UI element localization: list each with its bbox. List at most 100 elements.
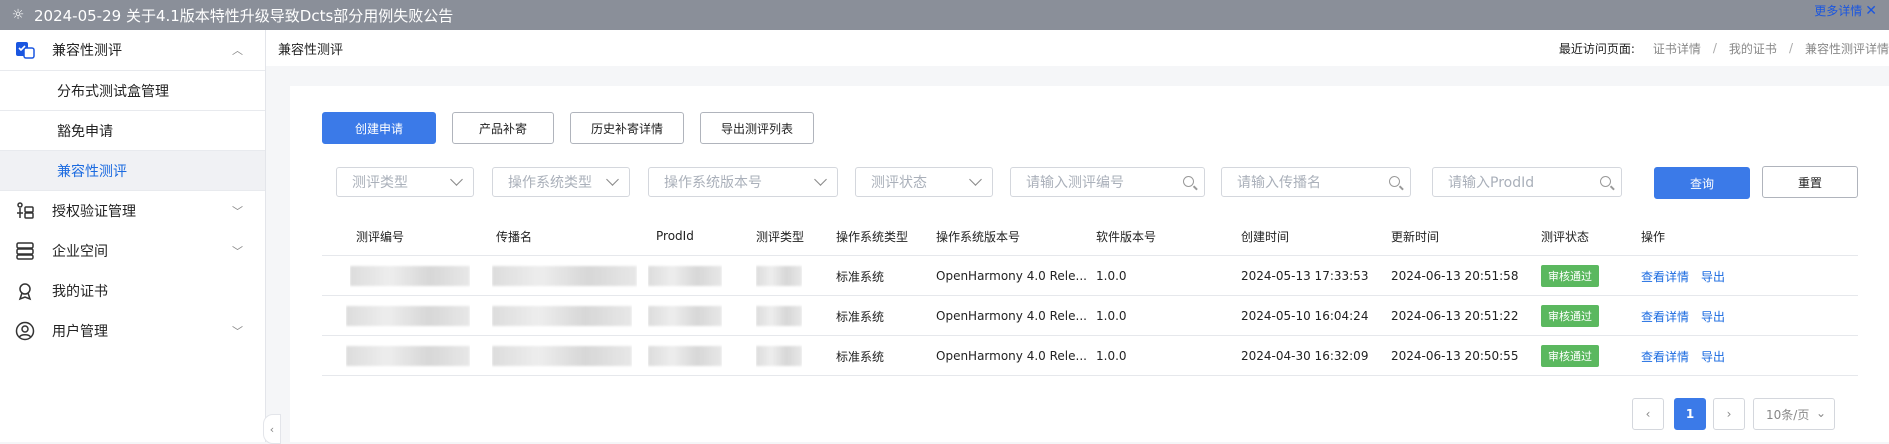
redacted-prodid: [648, 346, 722, 366]
test-type-select[interactable]: 测评类型: [336, 167, 474, 197]
reset-button[interactable]: 重置: [1762, 166, 1858, 198]
status-badge: 审核通过: [1541, 265, 1599, 287]
enterprise-icon: [14, 240, 36, 262]
sidebar-item-label: 授权验证管理: [52, 204, 136, 220]
chevron-down-icon: ⌄: [1815, 406, 1826, 420]
chevron-down-icon: [450, 173, 463, 186]
os-type-select[interactable]: 操作系统类型: [492, 167, 630, 197]
created-time-cell: 2024-04-30 16:32:09: [1241, 349, 1369, 363]
updated-time-cell: 2024-06-13 20:51:58: [1391, 269, 1519, 283]
prodid-input[interactable]: 请输入ProdId: [1432, 167, 1622, 197]
more-details-label[interactable]: 更多详情: [1814, 2, 1862, 19]
column-header: 创建时间: [1241, 229, 1290, 244]
column-header: 更新时间: [1391, 229, 1440, 244]
sun-icon: ☼: [11, 7, 25, 23]
sidebar-item-auth[interactable]: 授权验证管理 ﹀: [0, 191, 265, 231]
more-details-link[interactable]: 更多详情 ✕: [1814, 2, 1877, 19]
os-version-cell: OpenHarmony 4.0 Rele...: [936, 349, 1086, 363]
os-version-cell: OpenHarmony 4.0 Rele...: [936, 309, 1086, 323]
os-version-select[interactable]: 操作系统版本号: [648, 167, 838, 197]
next-page-button[interactable]: ›: [1713, 398, 1745, 430]
sidebar-subitem-compatibility[interactable]: 兼容性测评: [0, 150, 265, 190]
sidebar-subitem-distributed-test-box[interactable]: 分布式测试盒管理: [0, 70, 265, 110]
redacted-test-number: [350, 266, 470, 286]
select-placeholder: 测评状态: [871, 175, 927, 191]
export-link[interactable]: 导出: [1701, 268, 1725, 285]
auth-icon: [14, 200, 36, 222]
created-time-cell: 2024-05-10 16:04:24: [1241, 309, 1369, 323]
column-header: 操作系统版本号: [936, 229, 1021, 244]
chevron-left-icon: ‹: [1645, 407, 1651, 421]
select-placeholder: 操作系统版本号: [664, 175, 762, 191]
column-header: ProdId: [656, 229, 694, 243]
view-details-link[interactable]: 查看详情: [1641, 268, 1689, 285]
chevron-down-icon: ﹀: [232, 325, 243, 338]
announcement-title[interactable]: 2024-05-29 关于4.1版本特性升级导致Dcts部分用例失败公告: [34, 5, 453, 26]
redacted-promo-name: [492, 266, 637, 286]
page-size-select[interactable]: 10条/页 ⌄: [1753, 398, 1835, 430]
page-header: 兼容性测评 最近访问页面: 证书详情 / 我的证书 / 兼容性测评详情: [266, 30, 1889, 66]
os-type-cell: 标准系统: [836, 309, 885, 324]
export-list-button[interactable]: 导出测评列表: [700, 112, 814, 144]
certificate-icon: [14, 280, 36, 302]
create-application-button[interactable]: 创建申请: [322, 112, 436, 144]
evaluation-table: 测评编号 传播名 ProdId 测评类型 操作系统类型 操作系统版本号 软件版本…: [322, 216, 1858, 376]
test-status-select[interactable]: 测评状态: [855, 167, 993, 197]
sidebar-item-label: 用户管理: [52, 324, 108, 340]
status-badge: 审核通过: [1541, 305, 1599, 327]
sidebar: 兼容性测评 ︿ 分布式测试盒管理 豁免申请 兼容性测评 授权验证管理 ﹀ 企业空…: [0, 30, 266, 442]
view-details-link[interactable]: 查看详情: [1641, 308, 1689, 325]
redacted-test-type: [756, 346, 802, 366]
breadcrumb: 最近访问页面: 证书详情 / 我的证书 / 兼容性测评详情: [1558, 40, 1889, 57]
sidebar-item-user-management[interactable]: 用户管理 ﹀: [0, 311, 265, 351]
sidebar-item-label: 我的证书: [52, 284, 108, 300]
select-placeholder: 测评类型: [352, 175, 408, 191]
status-badge: 审核通过: [1541, 345, 1599, 367]
redacted-prodid: [648, 266, 722, 286]
os-type-cell: 标准系统: [836, 349, 885, 364]
recent-link-compat-detail[interactable]: 兼容性测评详情: [1805, 40, 1889, 57]
sidebar-item-enterprise[interactable]: 企业空间 ﹀: [0, 231, 265, 271]
table-header: 测评编号 传播名 ProdId 测评类型 操作系统类型 操作系统版本号 软件版本…: [322, 216, 1858, 256]
chevron-right-icon: ›: [1726, 407, 1732, 421]
sw-version-cell: 1.0.0: [1096, 349, 1127, 363]
input-placeholder: 请输入传播名: [1237, 175, 1321, 191]
recent-pages-label: 最近访问页面:: [1558, 41, 1635, 56]
history-supplement-button[interactable]: 历史补寄详情: [570, 112, 684, 144]
recent-link-my-cert[interactable]: 我的证书: [1729, 40, 1777, 57]
query-button[interactable]: 查询: [1654, 167, 1750, 199]
column-header: 测评编号: [356, 229, 405, 244]
announcement-banner: ☼ 2024-05-29 关于4.1版本特性升级导致Dcts部分用例失败公告 更…: [0, 0, 1889, 30]
page-1-button[interactable]: 1: [1674, 398, 1706, 430]
chevron-down-icon: [606, 173, 619, 186]
os-type-cell: 标准系统: [836, 269, 885, 284]
sidebar-collapse-button[interactable]: ‹: [263, 414, 281, 444]
promo-name-input[interactable]: 请输入传播名: [1221, 167, 1411, 197]
close-icon[interactable]: ✕: [1865, 3, 1877, 19]
export-link[interactable]: 导出: [1701, 348, 1725, 365]
chevron-down-icon: ﹀: [232, 205, 243, 218]
column-header: 软件版本号: [1096, 229, 1157, 244]
user-icon: [14, 320, 36, 342]
updated-time-cell: 2024-06-13 20:50:55: [1391, 349, 1519, 363]
input-placeholder: 请输入ProdId: [1448, 175, 1535, 191]
export-link[interactable]: 导出: [1701, 308, 1725, 325]
product-supplement-button[interactable]: 产品补寄: [452, 112, 554, 144]
table-row: 标准系统 OpenHarmony 4.0 Rele... 1.0.0 2024-…: [322, 336, 1858, 376]
page-size-value: 10条/页: [1766, 407, 1810, 422]
compat-icon: [14, 39, 36, 61]
test-number-input[interactable]: 请输入测评编号: [1010, 167, 1205, 197]
redacted-promo-name: [492, 306, 632, 326]
os-version-cell: OpenHarmony 4.0 Rele...: [936, 269, 1086, 283]
sidebar-subitem-exemption[interactable]: 豁免申请: [0, 110, 265, 150]
sidebar-item-compatibility[interactable]: 兼容性测评 ︿: [0, 30, 265, 70]
redacted-test-type: [756, 266, 802, 286]
recent-link-cert-detail[interactable]: 证书详情: [1653, 40, 1701, 57]
view-details-link[interactable]: 查看详情: [1641, 348, 1689, 365]
created-time-cell: 2024-05-13 17:33:53: [1241, 269, 1369, 283]
prev-page-button[interactable]: ‹: [1632, 398, 1664, 430]
redacted-test-number: [346, 306, 470, 326]
table-row: 标准系统 OpenHarmony 4.0 Rele... 1.0.0 2024-…: [322, 256, 1858, 296]
sidebar-item-certificate[interactable]: 我的证书: [0, 271, 265, 311]
sw-version-cell: 1.0.0: [1096, 309, 1127, 323]
